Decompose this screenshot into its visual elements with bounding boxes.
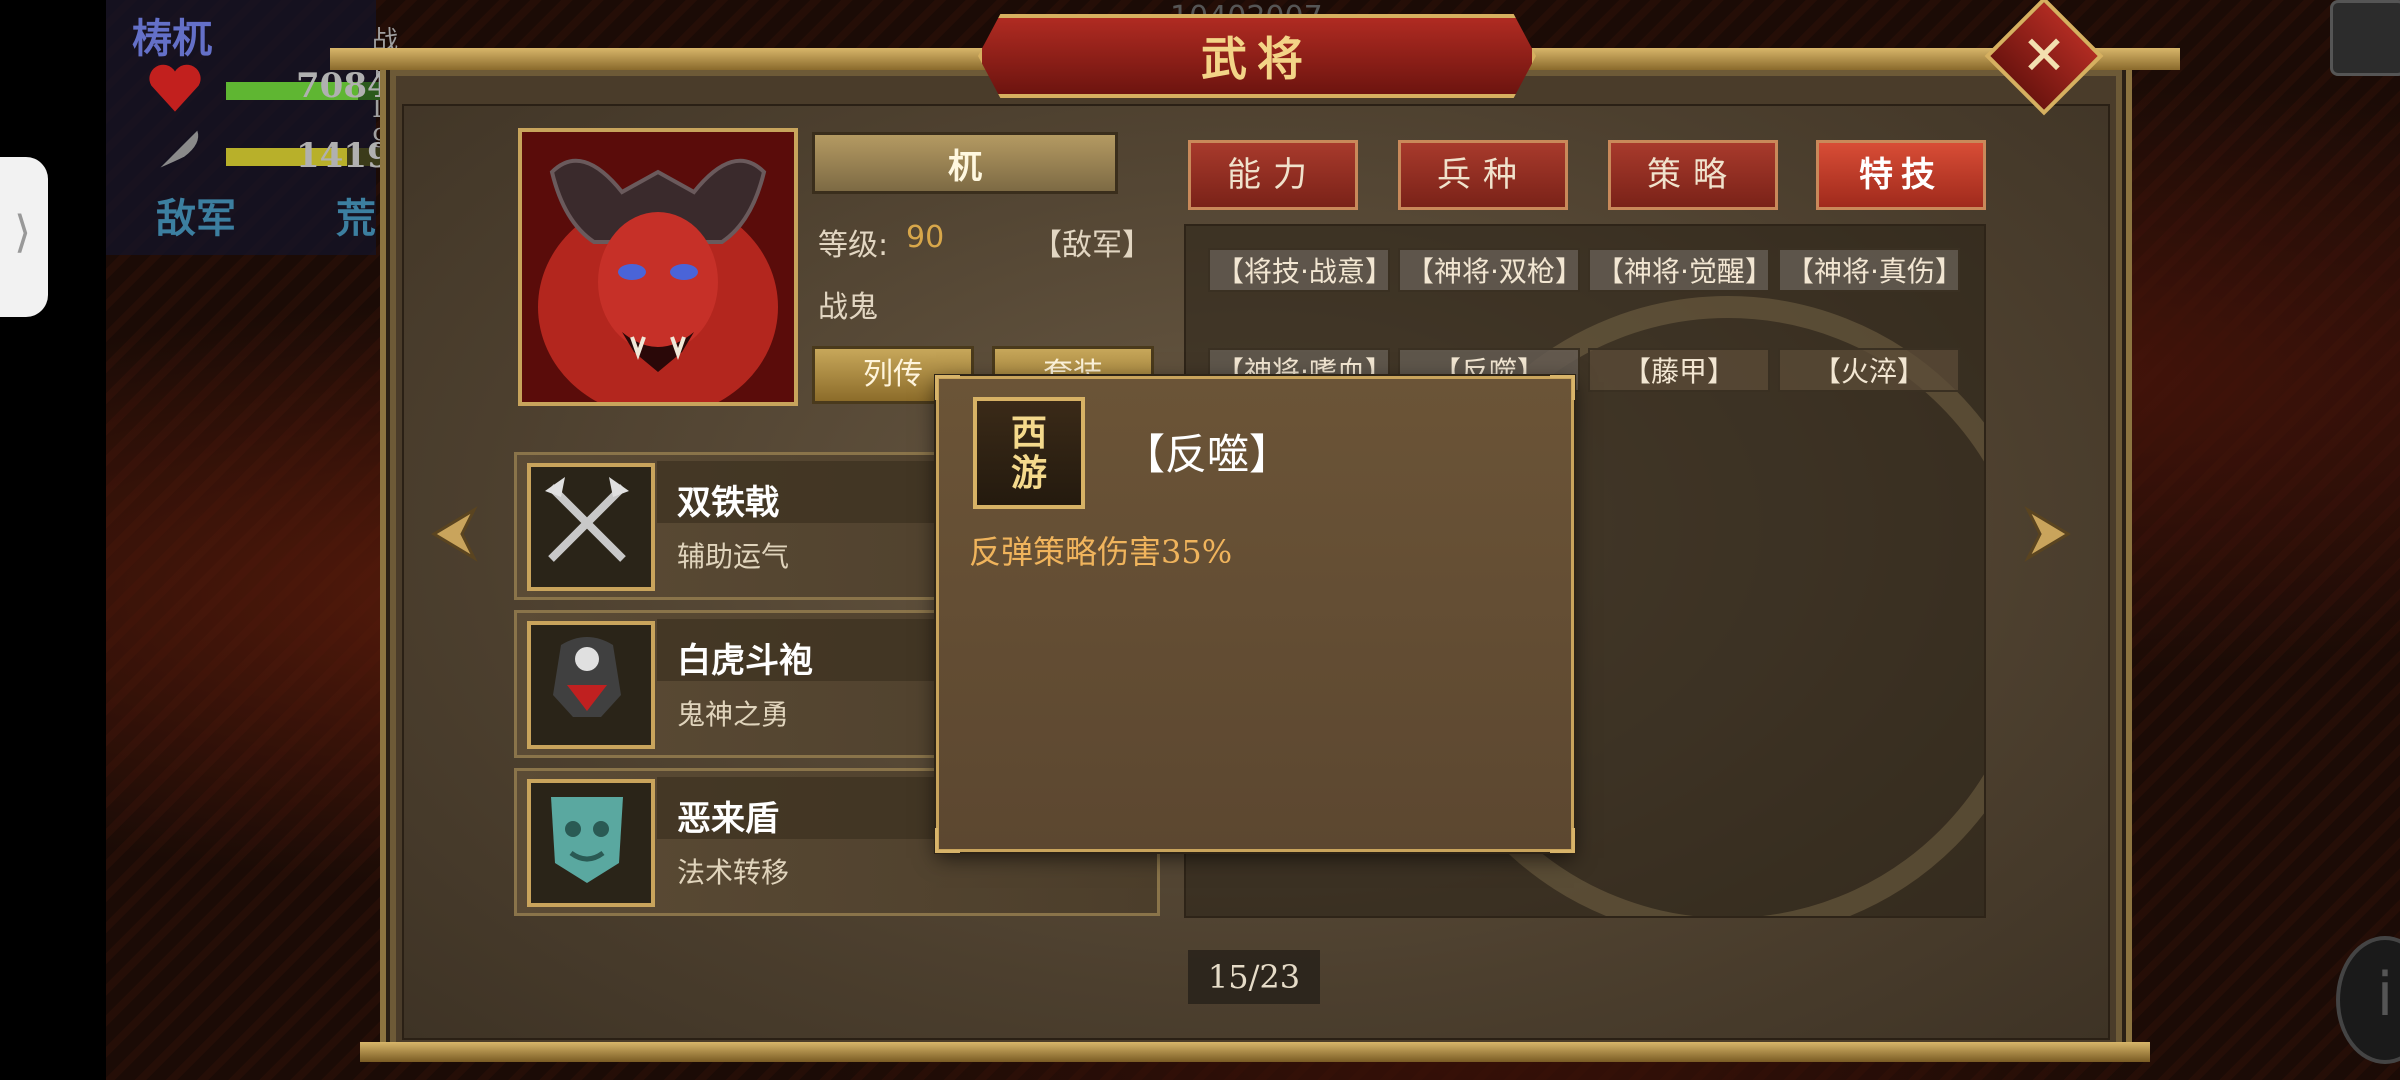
badge-line-2: 游 <box>1010 452 1047 494</box>
tab-ability[interactable]: 能力 <box>1188 140 1358 210</box>
general-name-plate: 杌 <box>812 132 1118 194</box>
previous-arrow-icon[interactable] <box>424 504 484 564</box>
skill-tag[interactable]: 【神将·双枪】 <box>1398 248 1583 292</box>
tooltip-description: 反弹策略伤害35% <box>969 533 1233 571</box>
faction-label: 【敌军】 <box>1032 228 1152 263</box>
badge-line-1: 西 <box>1010 412 1047 454</box>
general-name: 杌 <box>948 146 982 187</box>
close-icon: ✕ <box>2021 23 2067 87</box>
unit-name: 梼杌 <box>132 15 212 62</box>
equipment-name: 双铁戟 <box>677 483 779 523</box>
menu-icon[interactable] <box>2330 0 2400 76</box>
equipment-name: 白虎斗袍 <box>677 641 813 681</box>
page-counter: 15/23 <box>1188 950 1320 1004</box>
class-label: 战鬼 <box>818 290 878 325</box>
level-label: 等级: <box>818 228 889 263</box>
hp-value: 7084 <box>296 66 391 106</box>
crossed-halberds-icon <box>527 463 655 591</box>
equipment-effect: 鬼神之勇 <box>677 698 790 731</box>
equipment-name: 恶来盾 <box>677 799 779 839</box>
chevron-right-icon: ⟩ <box>14 207 32 258</box>
skill-origin-badge: 西 游 <box>973 397 1085 509</box>
equipment-effect: 法术转移 <box>677 856 790 889</box>
tab-troop-type[interactable]: 兵种 <box>1398 140 1568 210</box>
general-portrait <box>518 128 798 406</box>
skill-tag[interactable]: 【将技·战意】 <box>1208 248 1393 292</box>
equipment-effect: 辅助运气 <box>677 540 790 573</box>
skill-tag[interactable]: 【藤甲】 <box>1588 348 1770 392</box>
mp-value: 1419 <box>296 136 391 176</box>
heart-icon <box>149 64 201 112</box>
bottom-rail-decoration <box>360 1042 2150 1062</box>
tooltip-title: 【反噬】 <box>1123 430 1292 479</box>
tab-strategy[interactable]: 策略 <box>1608 140 1778 210</box>
tab-special-skill[interactable]: 特技 <box>1816 140 1986 210</box>
level-value: 90 <box>906 220 945 255</box>
demon-portrait-image <box>522 132 794 402</box>
team-label: 敌军 <box>156 196 236 242</box>
armor-robe-icon <box>527 621 655 749</box>
feather-icon <box>160 130 199 168</box>
skill-tag[interactable]: 【火淬】 <box>1778 348 1960 392</box>
side-drawer-handle[interactable]: ⟩ <box>0 157 48 317</box>
dialog-title: 武将 <box>1201 32 1313 86</box>
skill-tag[interactable]: 【神将·真伤】 <box>1778 248 1963 292</box>
skill-tooltip: 西 游 【反噬】 反弹策略伤害35% <box>935 375 1575 853</box>
unit-status-hud: 梼杌 战鬼 Lv 90 7084 1419 敌军 荒 <box>106 0 446 255</box>
next-arrow-icon[interactable] <box>2018 504 2078 564</box>
terrain-label: 荒 <box>336 196 376 242</box>
skill-tag[interactable]: 【神将·觉醒】 <box>1588 248 1773 292</box>
dialog-title-banner: 武将 <box>978 14 1536 98</box>
jade-shield-icon <box>527 779 655 907</box>
